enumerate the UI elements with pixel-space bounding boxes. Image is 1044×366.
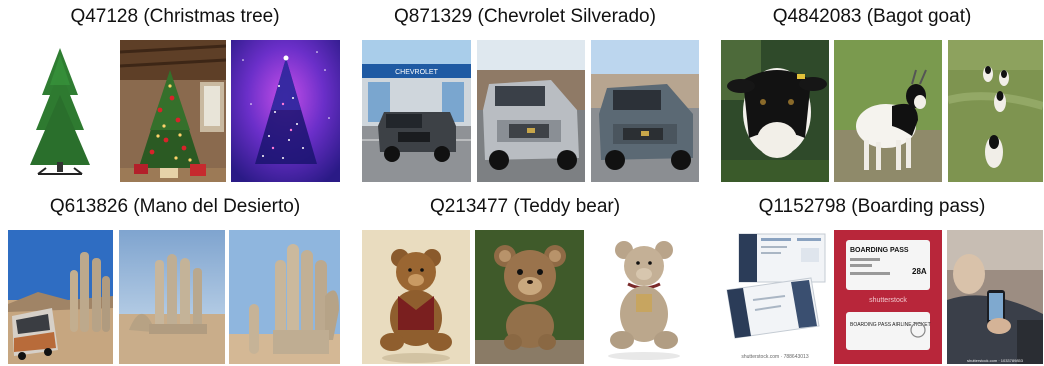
teddy-bear-crochet-photo	[475, 230, 584, 364]
dealership-sign-text: CHEVROLET	[395, 69, 439, 76]
christmas-tree-living-room-photo	[120, 40, 226, 182]
boarding-pass-tickets-illustration: shutterstock.com · 788643013	[721, 230, 829, 364]
teddy-bear-vest-photo	[362, 230, 470, 364]
christmas-tree-product-photo	[8, 40, 112, 182]
mano-del-desierto-wide-photo	[119, 230, 225, 364]
stock-footer-text-1: shutterstock.com · 788643013	[741, 354, 808, 360]
mano-del-desierto-bus-photo	[8, 230, 113, 364]
caption-christmas-tree: Q47128 (Christmas tree)	[70, 6, 280, 27]
boarding-pass-header-text: BOARDING PASS	[850, 247, 909, 254]
caption-teddy-bear: Q213477 (Teddy bear)	[429, 196, 621, 217]
boarding-pass-seat-text: 28A	[912, 267, 927, 276]
bagot-goat-standing-photo	[834, 40, 942, 182]
boarding-pass-red-photo: BOARDING PASS 28A shutterstock BOARDING …	[834, 230, 942, 364]
chevrolet-silverado-silver-photo	[477, 40, 585, 182]
chevrolet-silverado-gray-photo	[591, 40, 699, 182]
caption-bagot-goat: Q4842083 (Bagot goat)	[772, 6, 972, 27]
caption-chevrolet-silverado: Q871329 (Chevrolet Silverado)	[394, 6, 656, 27]
bagot-goat-portrait-photo	[721, 40, 829, 182]
boarding-pass-phone-photo: shutterstock.com · 1033789853	[947, 230, 1043, 364]
caption-mano-del-desierto: Q613826 (Mano del Desierto)	[49, 196, 301, 217]
stock-footer-text-2: shutterstock.com · 1033789853	[967, 358, 1024, 363]
teddy-bear-plush-photo	[588, 230, 699, 364]
mano-del-desierto-closeup-photo	[229, 230, 340, 364]
shutterstock-watermark-text: shutterstock	[869, 297, 907, 304]
chevrolet-silverado-dealership-photo: CHEVROLET	[362, 40, 471, 182]
caption-boarding-pass: Q1152798 (Boarding pass)	[758, 196, 986, 217]
christmas-tree-galaxy-illustration	[231, 40, 340, 182]
bagot-goat-herd-photo	[948, 40, 1043, 182]
